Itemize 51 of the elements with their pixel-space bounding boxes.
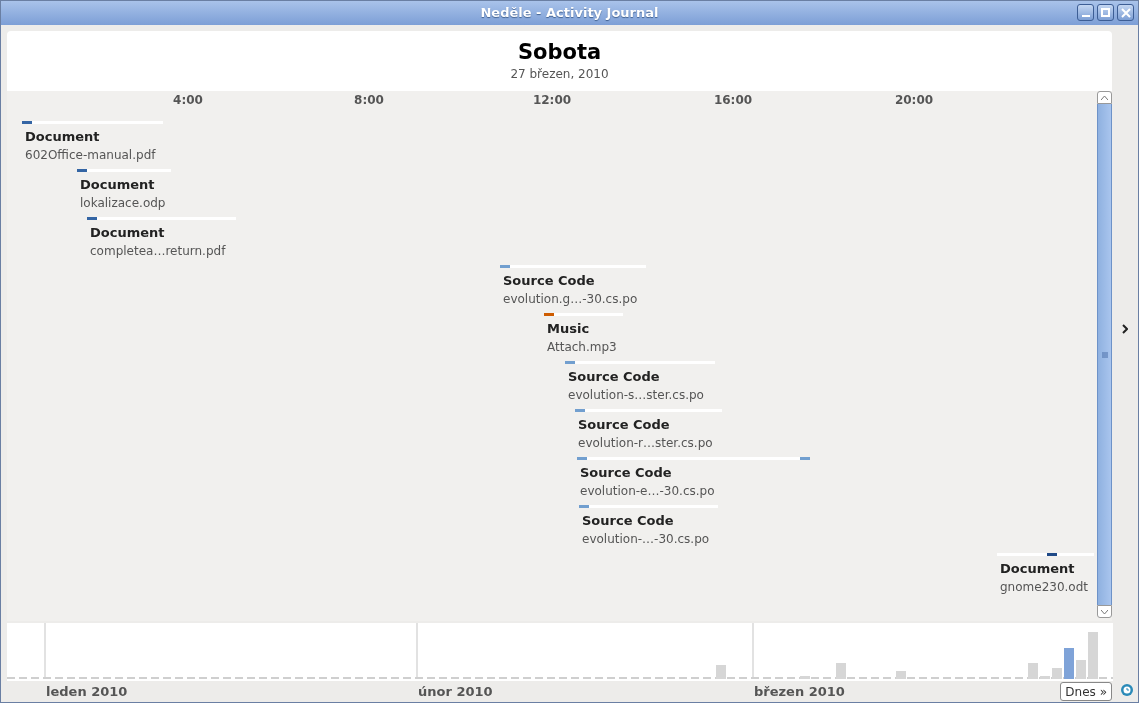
- day-bar[interactable]: [896, 671, 906, 679]
- next-day-icon[interactable]: [1122, 324, 1128, 334]
- event-category[interactable]: Source Code: [580, 464, 810, 482]
- day-bar[interactable]: [1088, 632, 1098, 679]
- day-bar[interactable]: [1052, 668, 1062, 679]
- event-category[interactable]: Document: [80, 176, 171, 194]
- hour-label: 16:00: [713, 92, 753, 109]
- event-file[interactable]: evolution-s…ster.cs.po: [568, 386, 715, 404]
- event-category[interactable]: Source Code: [582, 512, 718, 530]
- month-label: leden 2010: [46, 683, 128, 701]
- event-file[interactable]: evolution-e…-30.cs.po: [580, 482, 810, 500]
- window-title: Neděle - Activity Journal: [480, 4, 659, 23]
- day-date: 27 březen, 2010: [510, 66, 609, 83]
- hour-label: 4:00: [173, 92, 203, 109]
- day-bar[interactable]: [716, 665, 726, 679]
- event-file[interactable]: evolution-r…ster.cs.po: [578, 434, 722, 452]
- day-bar[interactable]: [1028, 663, 1038, 679]
- event-file[interactable]: evolution-…-30.cs.po: [582, 530, 718, 548]
- event-file[interactable]: completea…return.pdf: [90, 242, 236, 260]
- event-category[interactable]: Document: [1000, 560, 1094, 578]
- month-label: únor 2010: [418, 683, 493, 701]
- day-bar[interactable]: [1040, 676, 1050, 679]
- hour-label: 8:00: [354, 92, 384, 109]
- event-file[interactable]: gnome230.odt: [1000, 578, 1094, 596]
- day-bar[interactable]: [836, 663, 846, 679]
- event-category[interactable]: Source Code: [578, 416, 722, 434]
- event-category[interactable]: Document: [90, 224, 236, 242]
- today-button[interactable]: Dnes »: [1060, 682, 1112, 701]
- minimize-icon[interactable]: [1077, 4, 1094, 21]
- hour-label: 20:00: [894, 92, 934, 109]
- event-file[interactable]: 602Office-manual.pdf: [25, 146, 163, 164]
- month-label: březen 2010: [754, 683, 845, 701]
- day-name: Sobota: [517, 39, 602, 65]
- event-category[interactable]: Music: [547, 320, 623, 338]
- event-file[interactable]: evolution.g…-30.cs.po: [503, 290, 646, 308]
- close-icon[interactable]: [1117, 4, 1134, 21]
- clock-icon: [1120, 683, 1134, 697]
- scroll-up-icon[interactable]: [1097, 91, 1112, 104]
- grip-icon: [1101, 351, 1108, 358]
- selected-day-bar[interactable]: [1064, 648, 1074, 679]
- maximize-icon[interactable]: [1097, 4, 1114, 21]
- day-bar[interactable]: [800, 676, 810, 679]
- event-file[interactable]: Attach.mp3: [547, 338, 623, 356]
- event-file[interactable]: lokalizace.odp: [80, 194, 171, 212]
- hour-label: 12:00: [532, 92, 572, 109]
- scrollbar[interactable]: [1097, 91, 1112, 618]
- scroll-down-icon[interactable]: [1097, 605, 1112, 618]
- day-bar[interactable]: [1076, 660, 1086, 679]
- event-category[interactable]: Source Code: [503, 272, 646, 290]
- event-category[interactable]: Source Code: [568, 368, 715, 386]
- event-category[interactable]: Document: [25, 128, 163, 146]
